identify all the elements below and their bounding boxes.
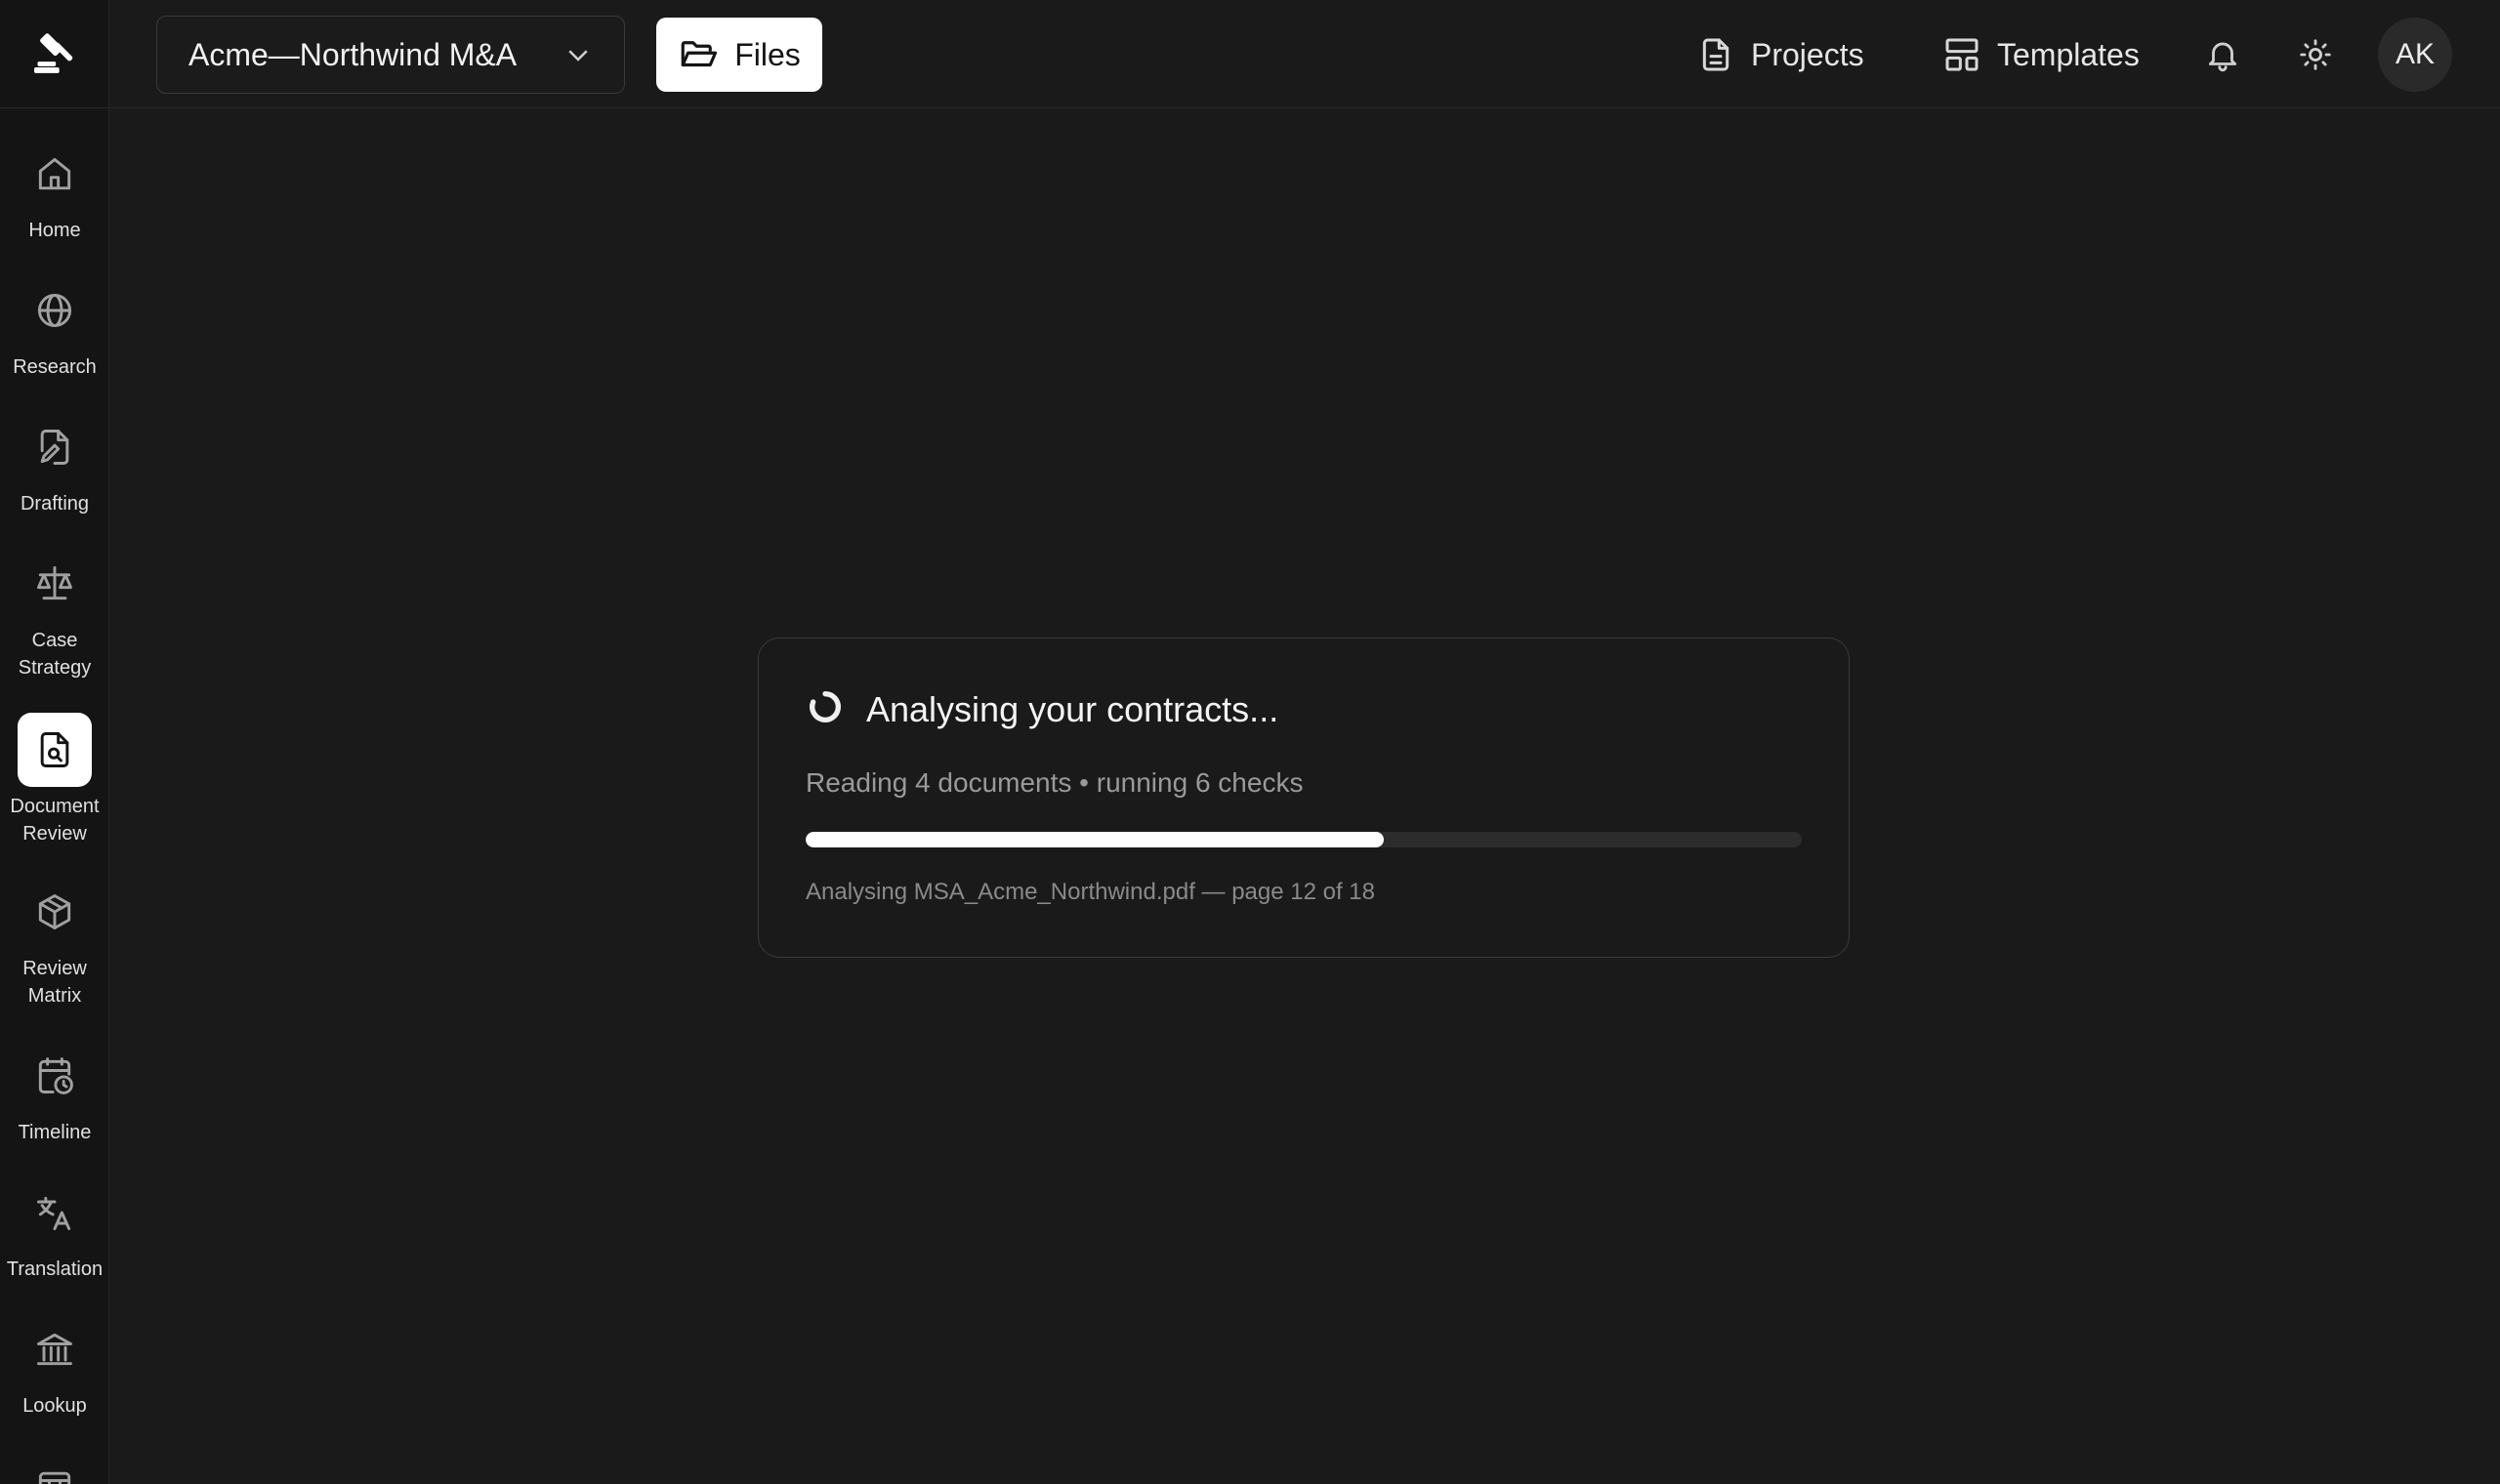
progress-bar-fill [806, 832, 1384, 847]
translate-icon [18, 1175, 92, 1250]
bell-icon [2208, 42, 2237, 72]
loading-spinner-icon [806, 687, 845, 731]
sidebar-item-lookup[interactable]: Lookup [0, 1312, 109, 1420]
user-avatar[interactable]: AK [2378, 18, 2452, 92]
sun-icon [2300, 39, 2331, 70]
sidebar: Home Research Drafting Case Strategy Doc… [0, 0, 109, 1484]
gavel-logo-icon[interactable] [0, 0, 109, 108]
sidebar-item-research[interactable]: Research [0, 273, 109, 381]
sidebar-item-home[interactable]: Home [0, 137, 109, 244]
progress-detail: Analysing MSA_Acme_Northwind.pdf — page … [806, 879, 1375, 905]
card-header: Analysing your contracts... [806, 687, 1278, 731]
sidebar-item-label: Lookup [22, 1395, 87, 1417]
sidebar-item-label: Review Matrix [22, 958, 87, 1007]
sidebar-item-label: Case Strategy [18, 630, 92, 679]
sidebar-item-translation[interactable]: Translation [0, 1175, 109, 1283]
folder-open-icon [681, 41, 718, 67]
sidebar-item-label: Home [28, 220, 81, 241]
progress-title: Analysing your contracts... [866, 688, 1279, 729]
project-name: Acme—Northwind M&A [188, 36, 518, 72]
templates-link-label: Templates [1997, 36, 2140, 72]
cube-icon [18, 875, 92, 949]
progress-subtitle: Reading 4 documents • running 6 checks [806, 767, 1304, 798]
sidebar-item-drafting[interactable]: Drafting [0, 410, 109, 517]
document-icon [1702, 38, 1729, 71]
sidebar-item-review-matrix[interactable]: Review Matrix [0, 875, 109, 1010]
globe-icon [18, 273, 92, 348]
project-selector[interactable]: Acme—Northwind M&A [156, 16, 625, 94]
table-icon [18, 1449, 92, 1484]
progress-bar [806, 832, 1802, 847]
sidebar-item-case-strategy[interactable]: Case Strategy [0, 547, 109, 681]
calendar-clock-icon [18, 1039, 92, 1113]
document-search-icon [18, 713, 92, 787]
theme-toggle-button[interactable] [2290, 29, 2341, 80]
document-edit-icon [18, 410, 92, 484]
bank-icon [18, 1312, 92, 1386]
notifications-button[interactable] [2197, 29, 2248, 80]
projects-link[interactable]: Projects [1696, 25, 1864, 84]
scales-icon [18, 547, 92, 621]
files-button[interactable]: Files [656, 18, 822, 92]
chevron-down-icon [568, 50, 588, 62]
app-root: Home Research Drafting Case Strategy Doc… [0, 0, 2500, 1484]
sidebar-item-timeline[interactable]: Timeline [0, 1039, 109, 1146]
sidebar-item-more[interactable] [0, 1449, 109, 1484]
home-icon [18, 137, 92, 211]
sidebar-item-document-review[interactable]: Document Review [0, 713, 109, 847]
sidebar-item-label: Research [13, 356, 97, 378]
sidebar-item-label: Drafting [20, 493, 90, 515]
top-bar: Acme—Northwind M&A Files Projects Templa… [109, 0, 2500, 108]
sidebar-item-label: Translation [6, 1258, 104, 1280]
projects-link-label: Projects [1751, 36, 1864, 72]
layout-template-icon [1945, 38, 1979, 71]
templates-link[interactable]: Templates [1942, 25, 2140, 84]
sidebar-item-label: Document Review [10, 796, 100, 845]
analysis-progress-card: Analysing your contracts... Reading 4 do… [758, 638, 1850, 958]
files-button-label: Files [734, 36, 801, 72]
sidebar-item-label: Timeline [18, 1122, 92, 1143]
